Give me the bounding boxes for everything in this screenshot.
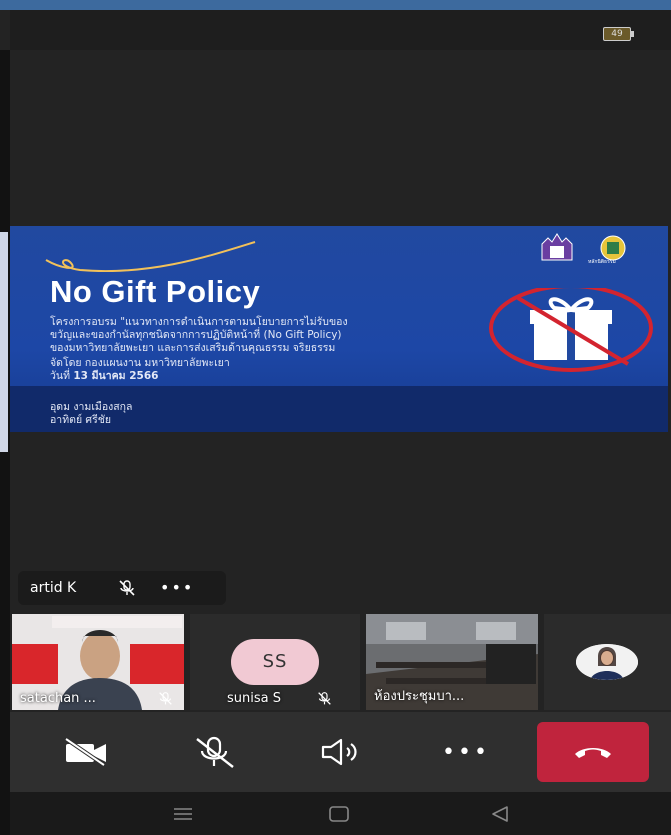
presenter-2: อาทิตย์ ศรีชัย [50,414,112,426]
mic-off-icon [318,692,331,705]
system-navigation-bar [10,792,671,835]
avatar [576,644,638,680]
logo-area: หลักนิติธรรม [538,232,648,266]
self-name: artid K [30,580,77,596]
participant-name: satachan ... [20,691,96,706]
participant-name: sunisa S [227,691,281,706]
battery-icon: 49 [603,27,634,41]
more-button[interactable]: ••• [438,732,494,772]
participant-tile[interactable] [544,614,671,710]
more-icon: ••• [442,739,490,765]
end-call-button[interactable] [537,722,649,782]
speaker-icon [321,738,357,766]
back-icon [492,806,508,822]
home-button[interactable] [324,804,354,824]
avatar: SS [231,639,319,685]
no-gift-icon [489,288,653,372]
swoosh-decoration [45,241,256,272]
avatar-photo [576,644,638,680]
mic-off-icon [159,692,172,705]
shared-screen[interactable]: หลักนิติธรรม No Gift Policy โครงการอบรม … [10,226,668,432]
hang-up-icon [575,748,611,758]
slide-title: No Gift Policy [50,274,261,309]
participant-tile[interactable]: SS sunisa S [190,614,360,710]
status-bar: 49 [10,10,671,50]
slide-date: วันที่ 13 มีนาคม 2566 [50,367,158,384]
speaker-button[interactable] [312,732,368,772]
slide-date-prefix: วันที่ [50,370,74,382]
home-icon [329,806,349,822]
participant-name: ห้องประชุมบา... [374,689,465,704]
recent-apps-button[interactable] [168,804,198,824]
participant-tile[interactable]: satachan ... [12,614,184,710]
logo-caption: หลักนิติธรรม [588,259,616,265]
mic-toggle-button[interactable] [186,732,242,772]
adjacent-slide-peek [0,232,8,452]
menu-icon [174,808,192,820]
top-strip [0,0,671,10]
university-logo-icon [541,233,573,261]
call-control-bar: ••• [10,712,671,792]
mic-off-icon [196,736,234,768]
camera-toggle-button[interactable] [58,732,114,772]
camera-off-icon [64,737,106,767]
slide-date-value: 13 มีนาคม 2566 [73,370,159,382]
more-options-button[interactable]: ••• [160,578,194,597]
back-button[interactable] [485,804,515,824]
participant-tile[interactable]: ห้องประชุมบา... [366,614,538,710]
mic-off-icon [119,580,135,596]
